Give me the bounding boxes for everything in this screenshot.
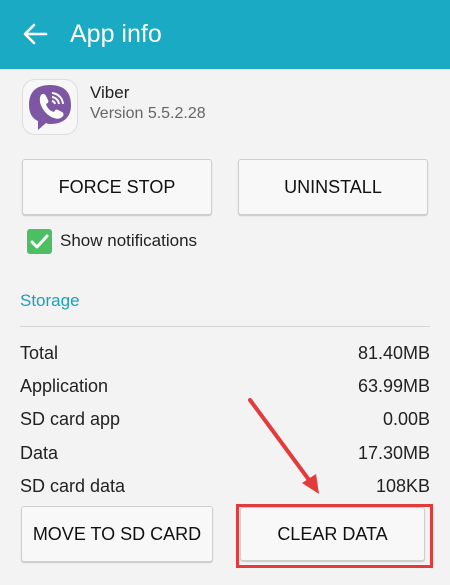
uninstall-button[interactable]: UNINSTALL [238,159,428,215]
storage-row-value: 81.40MB [357,343,430,363]
back-arrow-icon[interactable] [22,21,48,47]
storage-section-title: Storage [20,291,80,310]
storage-row-label: SD card data [20,476,126,496]
show-notifications-label: Show notifications [60,231,198,250]
app-version: Version 5.5.2.28 [90,105,206,122]
checkmark-icon [30,234,49,249]
storage-row-label: Application [20,376,109,396]
storage-row-data: Data 17.30MB [20,443,430,467]
viber-logo-icon [29,85,71,130]
show-notifications-checkbox[interactable] [27,229,52,254]
storage-row-total: Total 81.40MB [20,343,430,367]
force-stop-button[interactable]: FORCE STOP [22,159,212,215]
viber-app-icon [22,79,78,135]
storage-row-value: 63.99MB [357,376,430,396]
app-bar: App info [0,0,450,69]
move-to-sd-card-button[interactable]: MOVE TO SD CARD [21,506,213,562]
page-title: App info [70,20,162,48]
clear-data-button[interactable]: CLEAR DATA [240,507,425,561]
storage-row-sd-card-app: SD card app 0.00B [20,409,430,433]
section-divider [20,326,430,327]
storage-row-value: 0.00B [382,409,430,429]
storage-row-label: Data [20,443,59,463]
storage-row-application: Application 63.99MB [20,376,430,400]
storage-row-value: 108KB [375,476,430,496]
storage-row-value: 17.30MB [357,443,430,463]
storage-row-sd-card-data: SD card data 108KB [20,476,430,500]
storage-row-label: SD card app [20,409,121,429]
app-name: Viber [90,83,130,102]
storage-row-label: Total [20,343,59,363]
